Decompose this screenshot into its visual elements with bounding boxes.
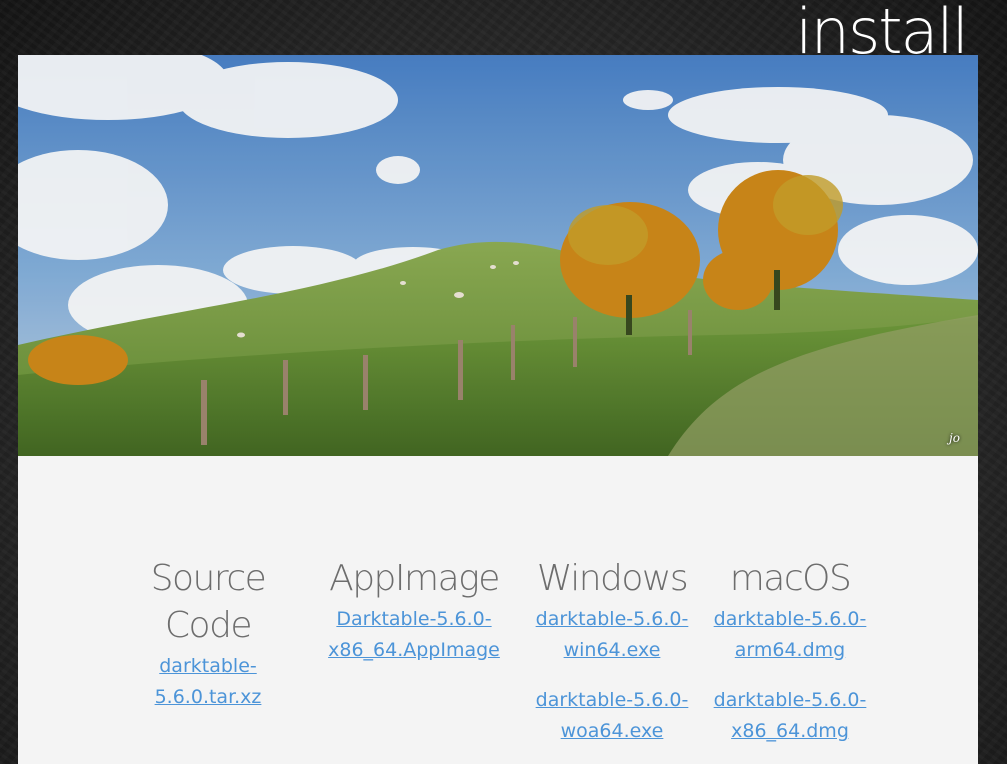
appimage-column: AppImage Darktable-5.6.0-x86_64.AppImage xyxy=(324,555,504,666)
content-card: jo Source Code darktable-5.6.0.tar.xz Ap… xyxy=(18,55,978,764)
source-code-heading: Source Code xyxy=(150,558,267,646)
hero-image: jo xyxy=(18,55,978,456)
photo-credit: jo xyxy=(949,431,960,445)
windows-win64-link[interactable]: darktable-5.6.0-win64.exe xyxy=(526,604,698,666)
macos-column: macOS darktable-5.6.0-arm64.dmg darktabl… xyxy=(706,555,874,747)
macos-heading: macOS xyxy=(729,558,852,599)
macos-x86-link[interactable]: darktable-5.6.0-x86_64.dmg xyxy=(706,685,874,747)
windows-column: Windows darktable-5.6.0-win64.exe darkta… xyxy=(526,555,698,747)
windows-woa64-link[interactable]: darktable-5.6.0-woa64.exe xyxy=(526,685,698,747)
windows-heading: Windows xyxy=(536,558,689,599)
source-tarball-link[interactable]: darktable-5.6.0.tar.xz xyxy=(110,651,306,713)
page-title: install xyxy=(795,0,969,68)
appimage-link[interactable]: Darktable-5.6.0-x86_64.AppImage xyxy=(324,604,504,666)
landscape-photo xyxy=(18,55,978,456)
source-code-column: Source Code darktable-5.6.0.tar.xz xyxy=(110,555,306,713)
appimage-heading: AppImage xyxy=(329,558,500,599)
macos-arm64-link[interactable]: darktable-5.6.0-arm64.dmg xyxy=(706,604,874,666)
